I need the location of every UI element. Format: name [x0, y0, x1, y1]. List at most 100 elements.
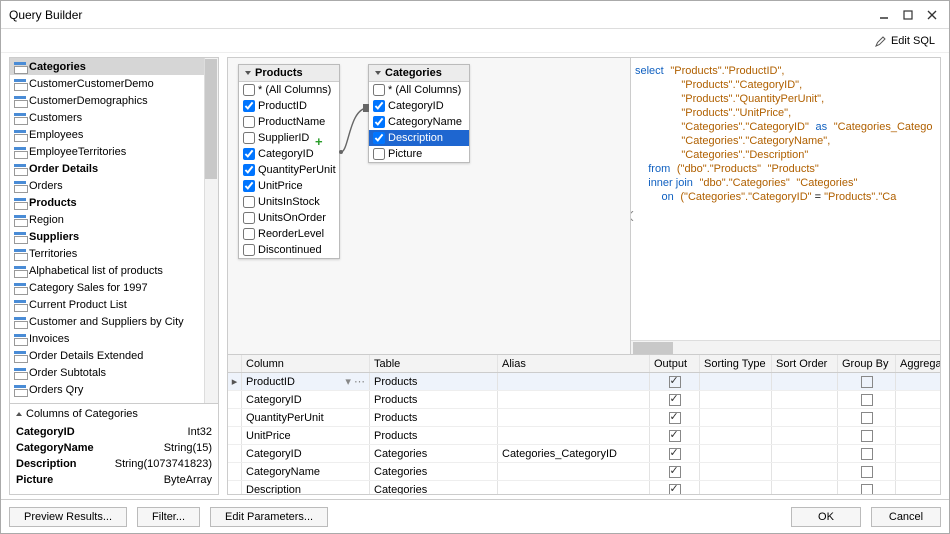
field-row[interactable]: UnitsOnOrder	[239, 210, 339, 226]
field-row[interactable]: SupplierID	[239, 130, 339, 146]
cell-group-by[interactable]	[838, 427, 896, 444]
grid-row[interactable]: DescriptionCategories	[228, 481, 940, 495]
cell-output[interactable]	[650, 409, 700, 426]
diagram-table-products[interactable]: Products * (All Columns)ProductIDProduct…	[238, 64, 340, 259]
maximize-button[interactable]	[899, 6, 917, 24]
cell-output[interactable]	[650, 463, 700, 480]
filter-button[interactable]: Filter...	[137, 507, 200, 527]
cell-alias[interactable]	[498, 481, 650, 495]
grid-hdr-column[interactable]: Column	[242, 355, 370, 372]
field-row[interactable]: ReorderLevel	[239, 226, 339, 242]
table-list-item[interactable]: Invoices	[10, 330, 218, 347]
table-list-item[interactable]: Customer and Suppliers by City	[10, 313, 218, 330]
field-row[interactable]: CategoryID	[369, 98, 469, 114]
cell-sort-order[interactable]	[772, 445, 838, 462]
field-checkbox[interactable]	[243, 164, 255, 176]
table-list-item[interactable]: Region	[10, 211, 218, 228]
cell-aggregate[interactable]	[896, 427, 941, 444]
cell-aggregate[interactable]	[896, 463, 941, 480]
ok-button[interactable]: OK	[791, 507, 861, 527]
field-row[interactable]: ProductName	[239, 114, 339, 130]
cell-alias[interactable]: Categories_CategoryID	[498, 445, 650, 462]
field-checkbox[interactable]	[243, 228, 255, 240]
field-row[interactable]: CategoryName	[369, 114, 469, 130]
cell-table[interactable]: Categories	[370, 481, 498, 495]
table-list-item[interactable]: Employees	[10, 126, 218, 143]
table-list-item[interactable]: Orders	[10, 177, 218, 194]
cell-sort-order[interactable]	[772, 463, 838, 480]
cell-output[interactable]	[650, 373, 700, 390]
grid-row[interactable]: QuantityPerUnitProducts	[228, 409, 940, 427]
field-row[interactable]: ProductID	[239, 98, 339, 114]
cell-sorting-type[interactable]	[700, 481, 772, 495]
diagram-table-categories[interactable]: Categories * (All Columns)CategoryIDCate…	[368, 64, 470, 163]
cell-group-by[interactable]	[838, 445, 896, 462]
close-button[interactable]	[923, 6, 941, 24]
caret-up-icon[interactable]	[16, 412, 22, 416]
table-list-item[interactable]: Customers	[10, 109, 218, 126]
grid-row[interactable]: CategoryNameCategories	[228, 463, 940, 481]
field-checkbox[interactable]	[373, 132, 385, 144]
field-checkbox[interactable]	[243, 132, 255, 144]
table-list-item[interactable]: CustomerCustomerDemo	[10, 75, 218, 92]
field-row[interactable]: UnitsInStock	[239, 194, 339, 210]
table-list-item[interactable]: EmployeeTerritories	[10, 143, 218, 160]
field-row[interactable]: Picture	[369, 146, 469, 162]
grid-hdr-output[interactable]: Output	[650, 355, 700, 372]
grid-row[interactable]: CategoryIDProducts	[228, 391, 940, 409]
cell-alias[interactable]	[498, 373, 650, 390]
field-checkbox[interactable]	[373, 84, 385, 96]
cell-column[interactable]: Description	[242, 481, 370, 495]
cell-group-by[interactable]	[838, 463, 896, 480]
field-checkbox[interactable]	[243, 148, 255, 160]
cell-output[interactable]	[650, 481, 700, 495]
sql-horizontal-scrollbar[interactable]	[631, 340, 940, 354]
grid-row[interactable]: CategoryIDCategoriesCategories_CategoryI…	[228, 445, 940, 463]
grid-hdr-group-by[interactable]: Group By	[838, 355, 896, 372]
field-row[interactable]: Description	[369, 130, 469, 146]
cell-sort-order[interactable]	[772, 427, 838, 444]
cell-group-by[interactable]	[838, 409, 896, 426]
cell-table[interactable]: Products	[370, 427, 498, 444]
output-checkbox[interactable]	[669, 376, 681, 388]
cell-table[interactable]: Products	[370, 391, 498, 408]
minimize-button[interactable]	[875, 6, 893, 24]
cell-column[interactable]: CategoryID	[242, 391, 370, 408]
sql-scrollbar-thumb[interactable]	[633, 342, 673, 354]
output-checkbox[interactable]	[669, 430, 681, 442]
table-list-item[interactable]: Category Sales for 1997	[10, 279, 218, 296]
cell-group-by[interactable]	[838, 481, 896, 495]
field-checkbox[interactable]	[373, 148, 385, 160]
grid-row[interactable]: UnitPriceProducts	[228, 427, 940, 445]
cancel-button[interactable]: Cancel	[871, 507, 941, 527]
grid-hdr-sorting-type[interactable]: Sorting Type	[700, 355, 772, 372]
field-checkbox[interactable]	[243, 84, 255, 96]
cell-column[interactable]: CategoryID	[242, 445, 370, 462]
cell-column[interactable]: CategoryName	[242, 463, 370, 480]
grid-row[interactable]: ▸ProductID▾ ⋯Products	[228, 373, 940, 391]
cell-sort-order[interactable]	[772, 481, 838, 495]
cell-table[interactable]: Categories	[370, 445, 498, 462]
cell-alias[interactable]	[498, 409, 650, 426]
grid-hdr-sort-order[interactable]: Sort Order	[772, 355, 838, 372]
table-list-item[interactable]: Orders Qry	[10, 381, 218, 398]
cell-output[interactable]	[650, 445, 700, 462]
table-list-item[interactable]: Products	[10, 194, 218, 211]
cell-sort-order[interactable]	[772, 373, 838, 390]
table-list-item[interactable]: Current Product List	[10, 296, 218, 313]
output-checkbox[interactable]	[669, 466, 681, 478]
field-row[interactable]: QuantityPerUnit	[239, 162, 339, 178]
table-list-item[interactable]: Order Details Extended	[10, 347, 218, 364]
cell-column[interactable]: ProductID▾ ⋯	[242, 373, 370, 390]
cell-sorting-type[interactable]	[700, 409, 772, 426]
cell-alias[interactable]	[498, 391, 650, 408]
tables-scrollbar[interactable]	[204, 58, 218, 403]
cell-table[interactable]: Products	[370, 409, 498, 426]
field-checkbox[interactable]	[373, 100, 385, 112]
groupby-checkbox[interactable]	[861, 412, 873, 424]
edit-sql-button[interactable]: Edit SQL	[871, 33, 939, 49]
output-checkbox[interactable]	[669, 412, 681, 424]
sql-text[interactable]: select "Products"."ProductID", "Products…	[631, 58, 940, 210]
output-checkbox[interactable]	[669, 448, 681, 460]
field-row[interactable]: Discontinued	[239, 242, 339, 258]
